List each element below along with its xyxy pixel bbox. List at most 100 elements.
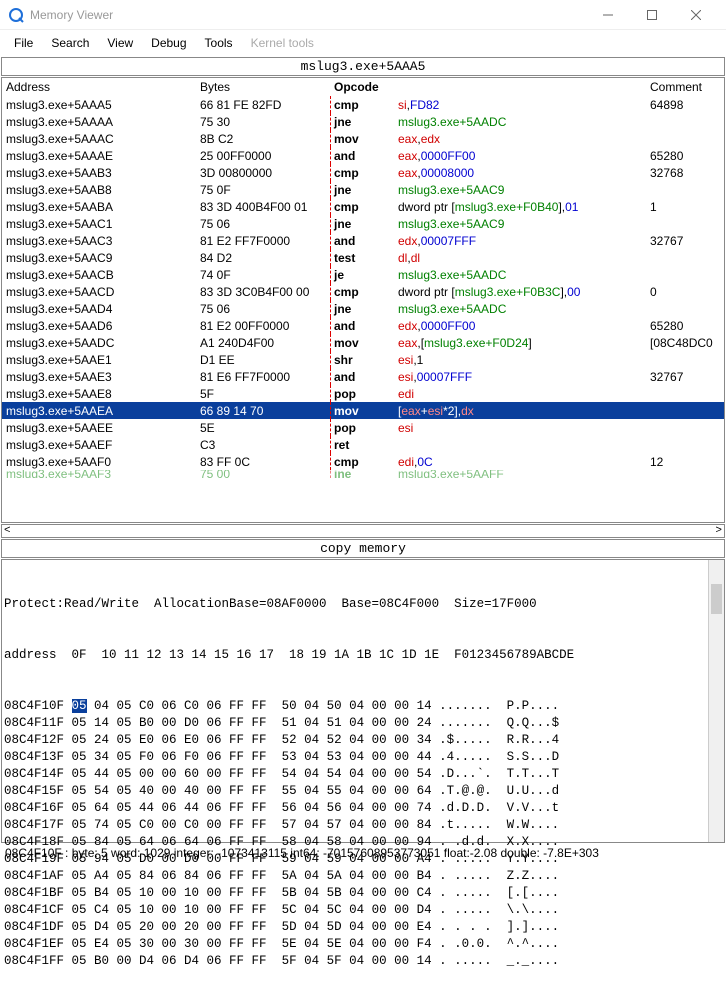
disasm-row[interactable]: mslug3.exe+5AAEE5Epopesi bbox=[2, 419, 724, 436]
hex-byte[interactable]: 05 bbox=[72, 801, 87, 815]
hex-row[interactable]: 08C4F14F 05 44 05 00 00 60 00 FF FF 54 0… bbox=[4, 766, 722, 783]
row-comment: 64898 bbox=[650, 98, 720, 112]
disassembly-pane[interactable]: Address Bytes Opcode Comment mslug3.exe+… bbox=[1, 77, 725, 523]
hex-row[interactable]: 08C4F10F 05 04 05 C0 06 C0 06 FF FF 50 0… bbox=[4, 698, 722, 715]
hex-byte[interactable]: 05 bbox=[72, 784, 87, 798]
disasm-row[interactable]: mslug3.exe+5AAB33D 00800000cmpeax,000080… bbox=[2, 164, 724, 181]
hex-byte[interactable]: 05 bbox=[72, 886, 87, 900]
menu-tools[interactable]: Tools bbox=[197, 32, 241, 54]
hex-byte[interactable]: 05 bbox=[72, 852, 87, 866]
disasm-row[interactable]: mslug3.exe+5AAAE25 00FF0000andeax,0000FF… bbox=[2, 147, 724, 164]
hex-byte[interactable]: 05 bbox=[72, 937, 87, 951]
address-bar[interactable]: mslug3.exe+5AAA5 bbox=[1, 57, 725, 76]
hex-byte[interactable]: 05 bbox=[72, 750, 87, 764]
hex-bytes[interactable]: 54 05 40 00 40 00 FF FF 55 04 55 04 00 0… bbox=[87, 784, 440, 798]
hex-byte[interactable]: 05 bbox=[72, 733, 87, 747]
hex-bytes[interactable]: 94 05 D0 00 D0 00 FF FF 59 04 59 04 00 0… bbox=[87, 852, 440, 866]
hex-bytes[interactable]: 84 05 64 06 64 06 FF FF 58 04 58 04 00 0… bbox=[87, 835, 440, 849]
hex-ascii: . ..... Y.Y.... bbox=[439, 852, 559, 866]
hex-row[interactable]: 08C4F13F 05 34 05 F0 06 F0 06 FF FF 53 0… bbox=[4, 749, 722, 766]
hex-bytes[interactable]: 44 05 00 00 60 00 FF FF 54 04 54 04 00 0… bbox=[87, 767, 440, 781]
hex-pane[interactable]: Protect:Read/Write AllocationBase=08AF00… bbox=[1, 559, 725, 843]
hex-ascii: ....... P.P.... bbox=[439, 699, 559, 713]
hex-byte[interactable]: 05 bbox=[72, 835, 87, 849]
header-address[interactable]: Address bbox=[6, 80, 200, 94]
disasm-row[interactable]: mslug3.exe+5AAAC8B C2moveax,edx bbox=[2, 130, 724, 147]
disasm-row[interactable]: mslug3.exe+5AABA83 3D 400B4F00 01cmpdwor… bbox=[2, 198, 724, 215]
hex-byte[interactable]: 05 bbox=[72, 767, 87, 781]
disasm-row[interactable]: mslug3.exe+5AAA566 81 FE 82FDcmpsi,FD826… bbox=[2, 96, 724, 113]
hex-byte[interactable]: 05 bbox=[72, 699, 87, 713]
disasm-row[interactable]: mslug3.exe+5AADCA1 240D4F00moveax,[mslug… bbox=[2, 334, 724, 351]
copy-memory-button[interactable]: copy memory bbox=[1, 539, 725, 558]
hex-bytes[interactable]: 24 05 E0 06 E0 06 FF FF 52 04 52 04 00 0… bbox=[87, 733, 440, 747]
disasm-row[interactable]: mslug3.exe+5AAE381 E6 FF7F0000andesi,000… bbox=[2, 368, 724, 385]
menu-view[interactable]: View bbox=[99, 32, 141, 54]
hex-bytes[interactable]: B0 00 D4 06 D4 06 FF FF 5F 04 5F 04 00 0… bbox=[87, 954, 440, 968]
close-button[interactable] bbox=[674, 0, 718, 30]
hex-row[interactable]: 08C4F16F 05 64 05 44 06 44 06 FF FF 56 0… bbox=[4, 800, 722, 817]
hex-row[interactable]: 08C4F17F 05 74 05 C0 00 C0 00 FF FF 57 0… bbox=[4, 817, 722, 834]
disasm-row[interactable]: mslug3.exe+5AAC381 E2 FF7F0000andedx,000… bbox=[2, 232, 724, 249]
menu-kernel[interactable]: Kernel tools bbox=[243, 32, 322, 54]
maximize-button[interactable] bbox=[630, 0, 674, 30]
disasm-row[interactable]: mslug3.exe+5AAB875 0Fjnemslug3.exe+5AAC9 bbox=[2, 181, 724, 198]
hex-row[interactable]: 08C4F1CF 05 C4 05 10 00 10 00 FF FF 5C 0… bbox=[4, 902, 722, 919]
hex-bytes[interactable]: B4 05 10 00 10 00 FF FF 5B 04 5B 04 00 0… bbox=[87, 886, 440, 900]
hex-row[interactable]: 08C4F15F 05 54 05 40 00 40 00 FF FF 55 0… bbox=[4, 783, 722, 800]
menu-debug[interactable]: Debug bbox=[143, 32, 194, 54]
hex-bytes[interactable]: E4 05 30 00 30 00 FF FF 5E 04 5E 04 00 0… bbox=[87, 937, 440, 951]
row-address: mslug3.exe+5AAF0 bbox=[6, 455, 200, 469]
menu-file[interactable]: File bbox=[6, 32, 41, 54]
horizontal-scrollbar[interactable]: <> bbox=[1, 524, 725, 538]
scroll-thumb[interactable] bbox=[711, 584, 722, 614]
hex-bytes[interactable]: 04 05 C0 06 C0 06 FF FF 50 04 50 04 00 0… bbox=[87, 699, 440, 713]
header-opcode[interactable]: Opcode bbox=[334, 80, 398, 94]
hex-row[interactable]: 08C4F1BF 05 B4 05 10 00 10 00 FF FF 5B 0… bbox=[4, 885, 722, 902]
hex-byte[interactable]: 05 bbox=[72, 920, 87, 934]
hex-bytes[interactable]: 34 05 F0 06 F0 06 FF FF 53 04 53 04 00 0… bbox=[87, 750, 440, 764]
hex-bytes[interactable]: C4 05 10 00 10 00 FF FF 5C 04 5C 04 00 0… bbox=[87, 903, 440, 917]
hex-byte[interactable]: 05 bbox=[72, 903, 87, 917]
menu-search[interactable]: Search bbox=[43, 32, 97, 54]
hex-row[interactable]: 08C4F18F 05 84 05 64 06 64 06 FF FF 58 0… bbox=[4, 834, 722, 851]
hex-bytes[interactable]: A4 05 84 06 84 06 FF FF 5A 04 5A 04 00 0… bbox=[87, 869, 440, 883]
hex-row[interactable]: 08C4F12F 05 24 05 E0 06 E0 06 FF FF 52 0… bbox=[4, 732, 722, 749]
disasm-row[interactable]: mslug3.exe+5AAF375 00jnemslug3.exe+5AAFF bbox=[2, 470, 724, 478]
hex-bytes[interactable]: 64 05 44 06 44 06 FF FF 56 04 56 04 00 0… bbox=[87, 801, 440, 815]
minimize-button[interactable] bbox=[586, 0, 630, 30]
hex-row[interactable]: 08C4F11F 05 14 05 B0 00 D0 06 FF FF 51 0… bbox=[4, 715, 722, 732]
disasm-row[interactable]: mslug3.exe+5AAC984 D2testdl,dl bbox=[2, 249, 724, 266]
hex-row[interactable]: 08C4F1EF 05 E4 05 30 00 30 00 FF FF 5E 0… bbox=[4, 936, 722, 953]
hex-byte[interactable]: 05 bbox=[72, 716, 87, 730]
hex-rows[interactable]: 08C4F10F 05 04 05 C0 06 C0 06 FF FF 50 0… bbox=[4, 698, 722, 970]
disasm-row[interactable]: mslug3.exe+5AAEA66 89 14 70mov[eax+esi*2… bbox=[2, 402, 724, 419]
disasm-row[interactable]: mslug3.exe+5AAEFC3ret bbox=[2, 436, 724, 453]
disasm-row[interactable]: mslug3.exe+5AAE1D1 EEshresi,1 bbox=[2, 351, 724, 368]
header-comment[interactable]: Comment bbox=[650, 80, 720, 94]
hex-row[interactable]: 08C4F1DF 05 D4 05 20 00 20 00 FF FF 5D 0… bbox=[4, 919, 722, 936]
disasm-row[interactable]: mslug3.exe+5AAAA75 30jnemslug3.exe+5AADC bbox=[2, 113, 724, 130]
hex-bytes[interactable]: D4 05 20 00 20 00 FF FF 5D 04 5D 04 00 0… bbox=[87, 920, 440, 934]
hex-scrollbar[interactable] bbox=[708, 560, 724, 842]
hex-address: 08C4F1EF bbox=[4, 937, 72, 951]
hex-byte[interactable]: 05 bbox=[72, 954, 87, 968]
hex-byte[interactable]: 05 bbox=[72, 869, 87, 883]
hex-byte[interactable]: 05 bbox=[72, 818, 87, 832]
hex-row[interactable]: 08C4F1FF 05 B0 00 D4 06 D4 06 FF FF 5F 0… bbox=[4, 953, 722, 970]
disasm-row[interactable]: mslug3.exe+5AAD475 06jnemslug3.exe+5AADC bbox=[2, 300, 724, 317]
hex-row[interactable]: 08C4F1AF 05 A4 05 84 06 84 06 FF FF 5A 0… bbox=[4, 868, 722, 885]
disasm-rows[interactable]: mslug3.exe+5AAA566 81 FE 82FDcmpsi,FD826… bbox=[2, 96, 724, 478]
disasm-row[interactable]: mslug3.exe+5AACB74 0Fjemslug3.exe+5AADC bbox=[2, 266, 724, 283]
disasm-row[interactable]: mslug3.exe+5AAD681 E2 00FF0000andedx,000… bbox=[2, 317, 724, 334]
header-bytes[interactable]: Bytes bbox=[200, 80, 334, 94]
disasm-row[interactable]: mslug3.exe+5AAF083 FF 0Ccmpedi,0C12 bbox=[2, 453, 724, 470]
row-bytes: 81 E2 FF7F0000 bbox=[200, 234, 330, 248]
disasm-row[interactable]: mslug3.exe+5AAE85Fpopedi bbox=[2, 385, 724, 402]
disasm-row[interactable]: mslug3.exe+5AAC175 06jnemslug3.exe+5AAC9 bbox=[2, 215, 724, 232]
hex-bytes[interactable]: 14 05 B0 00 D0 06 FF FF 51 04 51 04 00 0… bbox=[87, 716, 440, 730]
hex-row[interactable]: 08C4F19F 05 94 05 D0 00 D0 00 FF FF 59 0… bbox=[4, 851, 722, 868]
disasm-row[interactable]: mslug3.exe+5AACD83 3D 3C0B4F00 00cmpdwor… bbox=[2, 283, 724, 300]
row-address: mslug3.exe+5AABA bbox=[6, 200, 200, 214]
hex-bytes[interactable]: 74 05 C0 00 C0 00 FF FF 57 04 57 04 00 0… bbox=[87, 818, 440, 832]
